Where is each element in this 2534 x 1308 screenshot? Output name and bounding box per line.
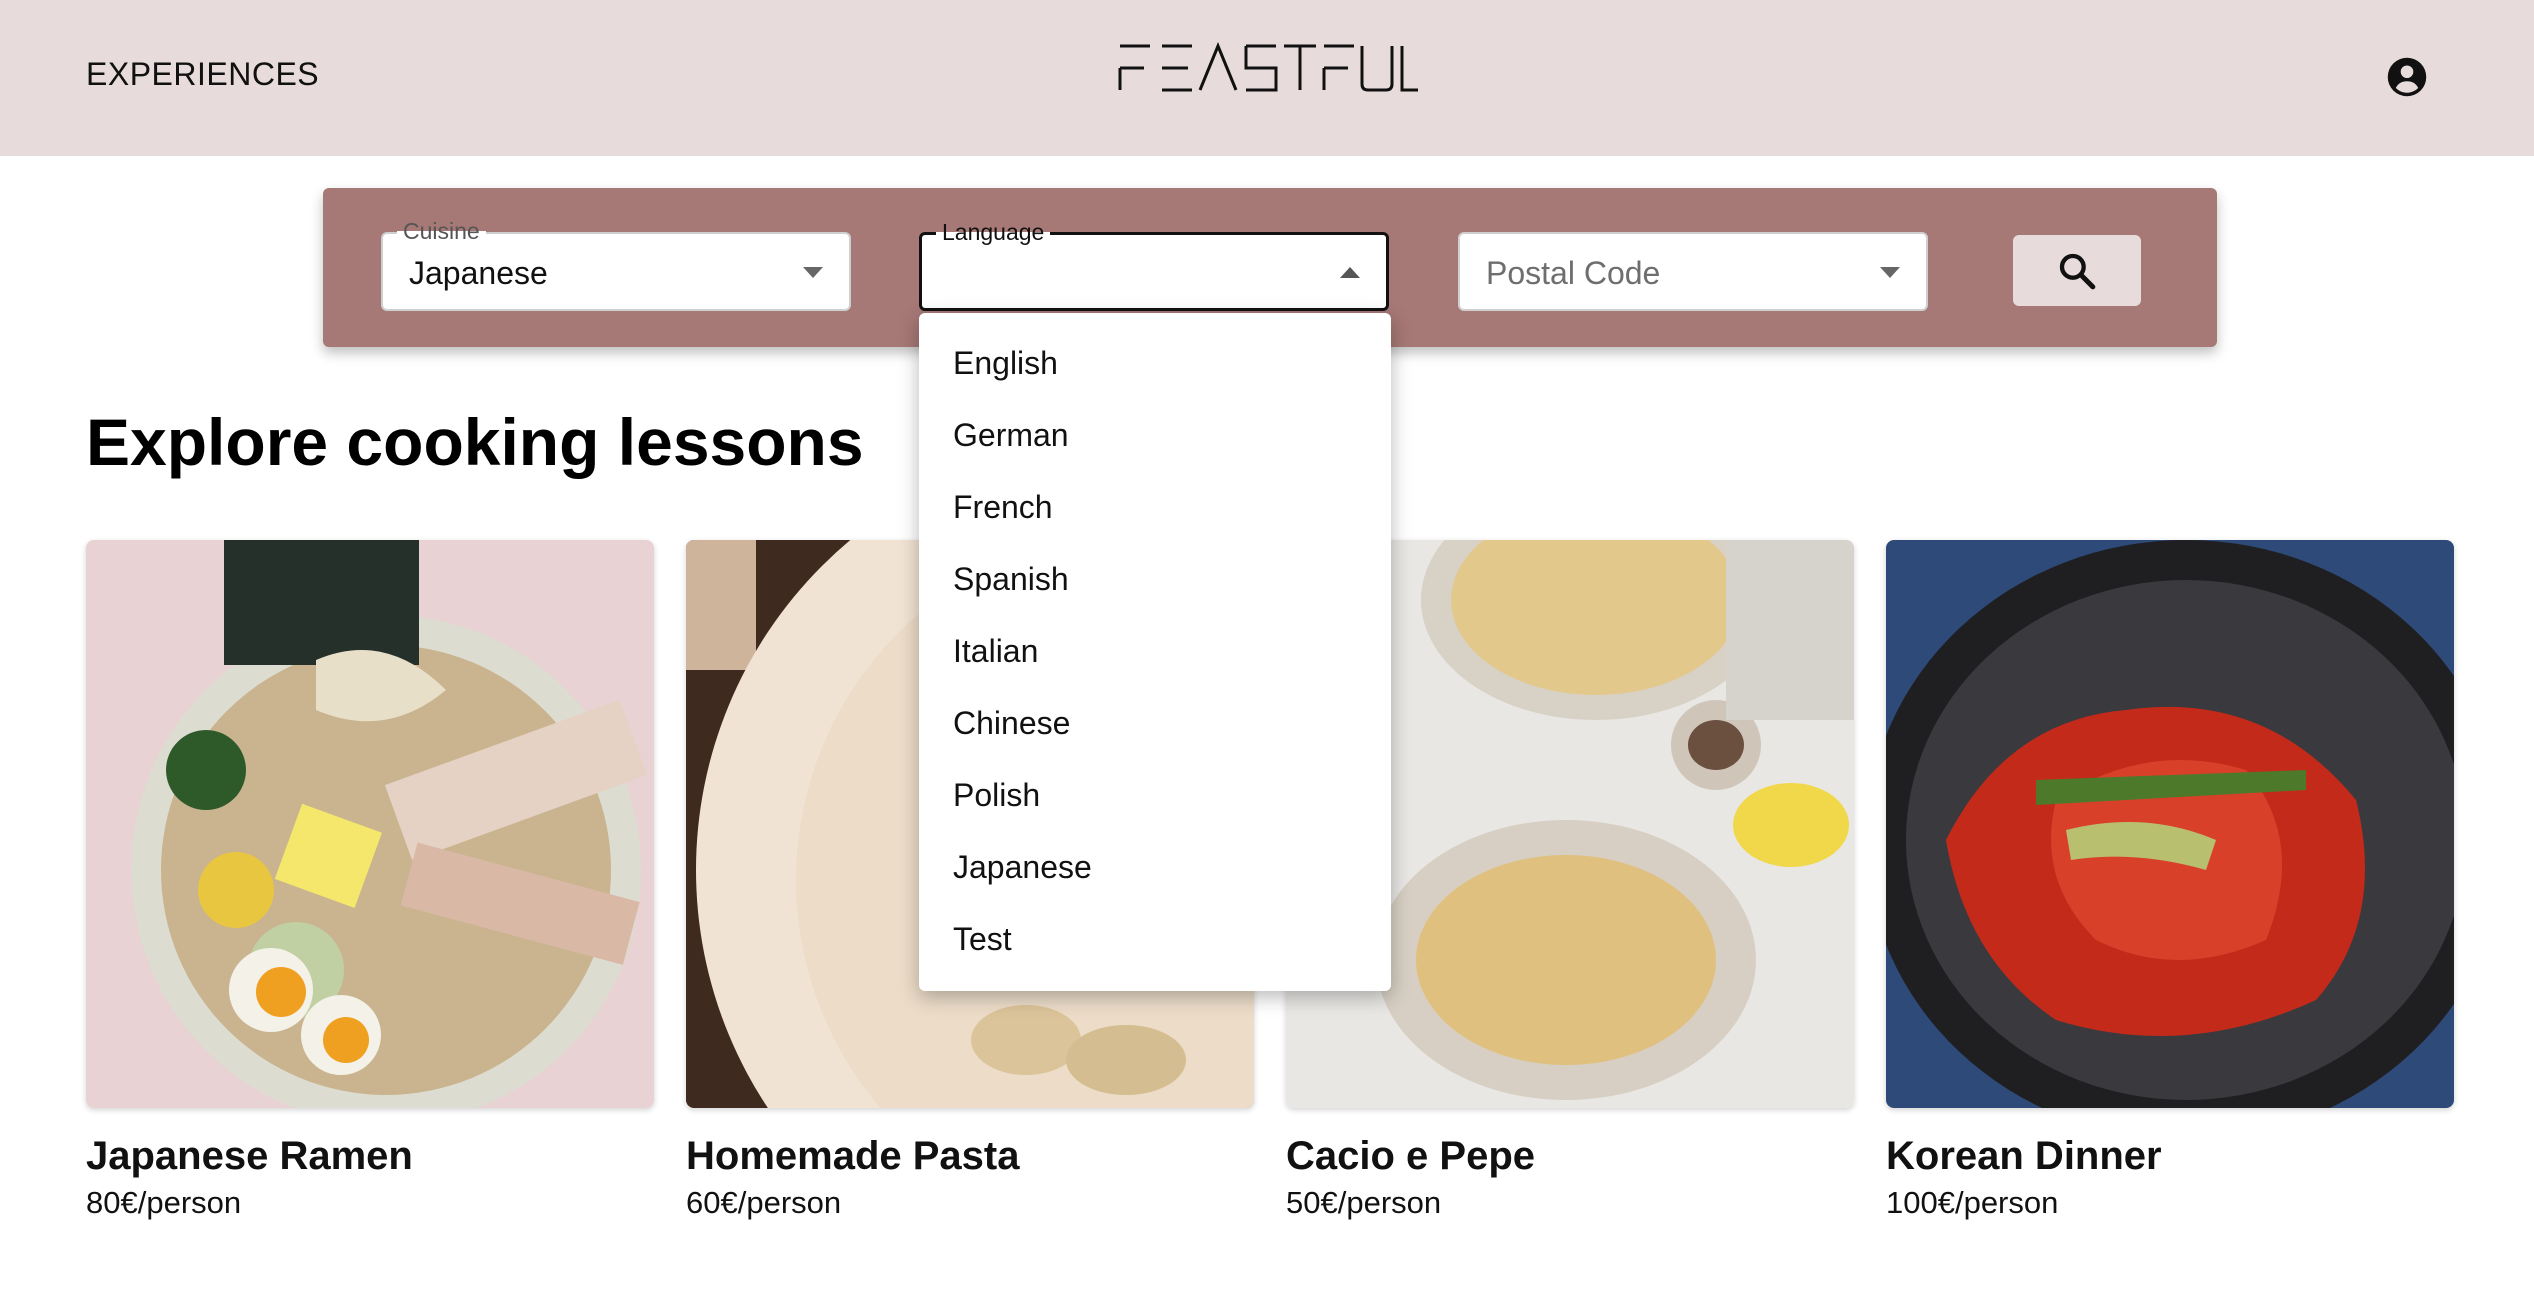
language-dropdown-menu: English German French Spanish Italian Ch… (919, 313, 1391, 991)
lesson-card-japanese-ramen[interactable]: Japanese Ramen 80€/person (86, 540, 654, 1221)
language-option-italian[interactable]: Italian (919, 615, 1391, 687)
feastful-logo[interactable] (1118, 40, 1418, 96)
card-price: 100€/person (1886, 1185, 2059, 1220)
chevron-down-icon[interactable] (803, 267, 823, 278)
search-icon (2059, 253, 2096, 290)
ramen-image[interactable] (86, 540, 654, 1108)
card-title: Korean Dinner (1886, 1134, 2162, 1178)
cuisine-select[interactable]: Cuisine Japanese (381, 217, 851, 311)
top-header: EXPERIENCES (0, 0, 2534, 156)
language-label: Language (936, 218, 1051, 246)
card-title: Homemade Pasta (686, 1134, 1020, 1178)
card-price: 50€/person (1286, 1185, 1442, 1220)
chevron-up-icon[interactable] (1340, 267, 1360, 278)
language-option-german[interactable]: German (919, 399, 1391, 471)
language-option-japanese[interactable]: Japanese (919, 831, 1391, 903)
language-option-english[interactable]: English (919, 327, 1391, 399)
postal-code-select[interactable]: Postal Code (1458, 232, 1928, 311)
language-option-chinese[interactable]: Chinese (919, 687, 1391, 759)
account-circle-icon[interactable] (2386, 56, 2428, 98)
page-title: Explore cooking lessons (86, 405, 864, 479)
language-option-polish[interactable]: Polish (919, 759, 1391, 831)
search-button[interactable] (2013, 235, 2141, 306)
experiences-link[interactable]: EXPERIENCES (86, 56, 319, 93)
language-option-french[interactable]: French (919, 471, 1391, 543)
language-option-spanish[interactable]: Spanish (919, 543, 1391, 615)
kimchi-image[interactable] (1886, 540, 2454, 1108)
cuisine-value: Japanese (409, 255, 548, 291)
card-price: 80€/person (86, 1185, 242, 1220)
card-price: 60€/person (686, 1185, 842, 1220)
card-title: Cacio e Pepe (1286, 1134, 1536, 1178)
language-option-test[interactable]: Test (919, 903, 1391, 975)
cuisine-label: Cuisine (397, 217, 486, 245)
chevron-down-icon[interactable] (1880, 267, 1900, 278)
lesson-card-korean-dinner[interactable]: Korean Dinner 100€/person (1886, 540, 2454, 1221)
card-title: Japanese Ramen (86, 1134, 413, 1178)
language-select[interactable]: Language (919, 218, 1389, 311)
postal-code-placeholder: Postal Code (1486, 255, 1661, 291)
